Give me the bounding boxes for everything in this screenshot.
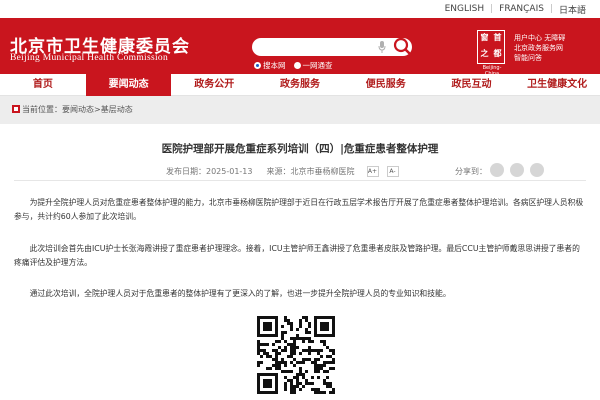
share-label: 分享到： [455, 167, 487, 176]
nav-item-health-culture[interactable]: 卫生健康文化 [514, 74, 600, 96]
radio-label: 一网通查 [302, 61, 333, 70]
radio-label: 搜本网 [263, 61, 286, 70]
search-scope-radios: 搜本网 一网通查 [254, 60, 333, 71]
language-bar: ENGLISH | FRANÇAIS | 日本語 [0, 0, 600, 18]
nav-item-public-service[interactable]: 便民服务 [343, 74, 429, 96]
lang-french[interactable]: FRANÇAIS [493, 4, 550, 14]
article-meta: 发布日期：2025-01-13 来源：北京市垂杨柳医院 A+ A- [166, 166, 399, 177]
breadcrumb: 当前位置：要闻动态>基层动态 [0, 96, 600, 116]
font-decrease-button[interactable]: A- [386, 166, 399, 177]
radio-dot-icon [293, 62, 301, 69]
font-increase-button[interactable]: A+ [366, 166, 379, 177]
article-title: 医院护理部开展危重症系列培训（四）|危重症患者整体护理 [161, 143, 439, 155]
link-gov-service[interactable]: 北京政务服务网 [514, 43, 565, 53]
nav-item-gov-service[interactable]: 政务服务 [257, 74, 343, 96]
more-share-icon[interactable] [530, 163, 544, 177]
qr-code-icon [257, 316, 335, 394]
microphone-icon[interactable] [378, 41, 386, 53]
link-smart-qa[interactable]: 智能问答 [514, 53, 565, 63]
article-paragraph: 通过此次培训，全院护理人员对于危重患者的整体护理有了更深入的了解，也进一步提升全… [29, 289, 451, 298]
search-input[interactable] [252, 38, 412, 56]
header-links: 用户中心 无障碍 北京政务服务网 智能问答 [514, 33, 565, 63]
capital-window-seal[interactable]: 窗 首 之 都 [477, 30, 505, 64]
breadcrumb-text[interactable]: 当前位置：要闻动态>基层动态 [22, 104, 133, 115]
radio-search-all[interactable]: 一网通查 [293, 60, 333, 71]
article-panel: 医院护理部开展危重症系列培训（四）|危重症患者整体护理 发布日期：2025-01… [0, 124, 600, 400]
nav-item-open-gov[interactable]: 政务公开 [171, 74, 257, 96]
site-header: 北京市卫生健康委员会 Beijing Municipal Health Comm… [0, 18, 600, 77]
radio-search-site[interactable]: 搜本网 [254, 60, 286, 71]
weibo-share-icon[interactable] [510, 163, 524, 177]
title-divider [14, 180, 586, 181]
seal-char: 都 [493, 48, 502, 58]
article-paragraph: 此次培训会首先由ICU护士长张海霞讲授了重症患者护理理念。接着，ICU主管护师王… [14, 244, 580, 267]
link-user-center[interactable]: 用户中心 无障碍 [514, 33, 565, 43]
location-icon [12, 105, 20, 113]
wechat-share-icon[interactable] [490, 163, 504, 177]
seal-char: 首 [493, 32, 502, 42]
site-title-en[interactable]: Beijing Municipal Health Commission [10, 53, 168, 63]
article-paragraph: 为提升全院护理人员对危重症患者整体护理的能力，北京市垂杨柳医院护理部于近日在行政… [14, 198, 584, 221]
lang-english[interactable]: ENGLISH [439, 4, 491, 14]
nav-item-news[interactable]: 要闻动态 [85, 73, 172, 96]
lang-japanese[interactable]: 日本語 [553, 3, 592, 16]
search-icon[interactable] [392, 36, 414, 58]
seal-caption: Beijing-China [482, 65, 502, 77]
article-source: 来源：北京市垂杨柳医院 [266, 167, 355, 176]
nav-item-home[interactable]: 首页 [0, 74, 86, 96]
seal-char: 窗 [480, 32, 489, 42]
main-nav: 首页 要闻动态 政务公开 政务服务 便民服务 政民互动 卫生健康文化 [0, 73, 600, 96]
radio-dot-icon [254, 62, 261, 69]
publish-date: 发布日期：2025-01-13 [166, 167, 253, 176]
seal-char: 之 [480, 48, 489, 58]
